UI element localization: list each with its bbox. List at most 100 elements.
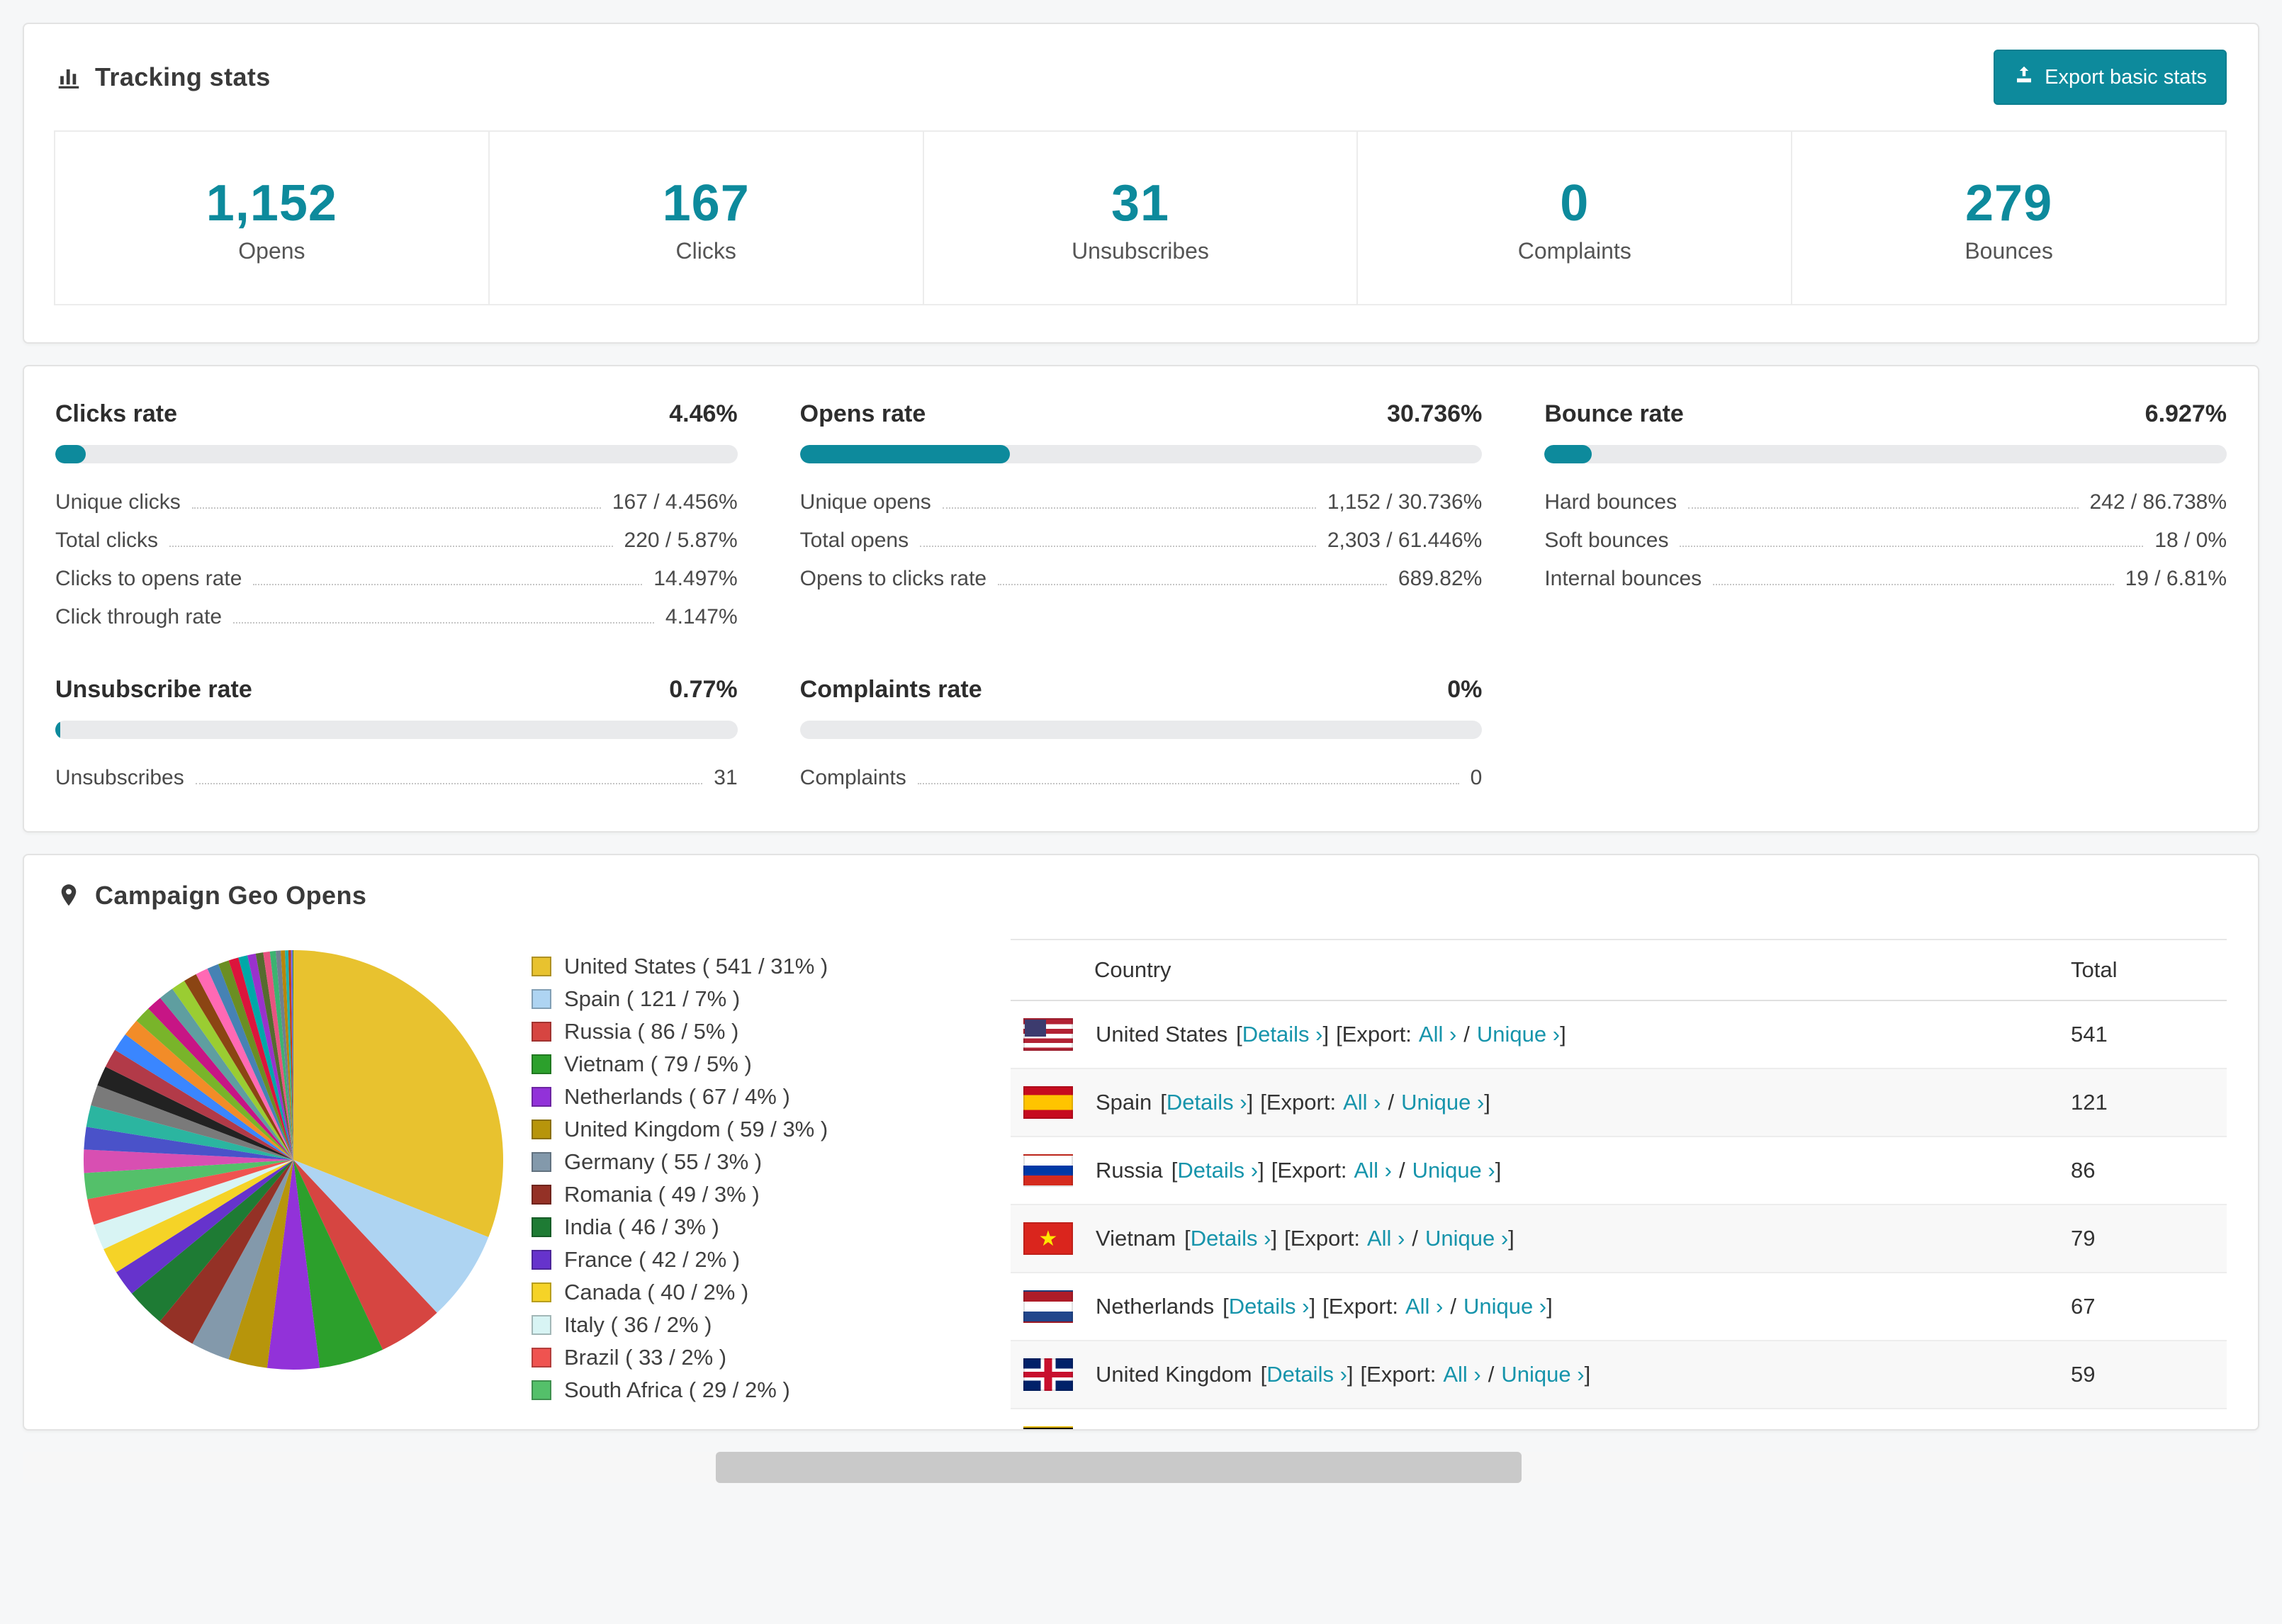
rates-card: Clicks rate 4.46% Unique clicks 167 / 4.4… — [23, 365, 2259, 833]
rate-value: 6.927% — [2145, 400, 2227, 427]
rate-value: 0.77% — [669, 676, 738, 703]
export-unique-link[interactable]: Unique › — [1477, 1022, 1560, 1047]
metric-label: Unsubscribes — [55, 766, 184, 789]
export-unique-link[interactable]: Unique › — [1401, 1090, 1484, 1115]
details-link[interactable]: Details › — [1266, 1362, 1347, 1387]
metric-row: Internal bounces 19 / 6.81% — [1544, 557, 2227, 595]
details-link[interactable]: Details › — [1242, 1022, 1323, 1047]
export-all-link[interactable]: All › — [1367, 1226, 1405, 1251]
export-label: [Export: — [1322, 1294, 1398, 1319]
export-all-link[interactable]: All › — [1354, 1158, 1392, 1183]
rate-value: 0% — [1447, 676, 1483, 703]
rate-title: Unsubscribe rate — [55, 676, 252, 703]
country-name: United Kingdom — [1096, 1362, 1252, 1387]
metric-value: 242 / 86.738% — [2089, 490, 2227, 514]
legend-swatch — [532, 957, 551, 976]
geo-table: Country Total United States [Details ›] [E… — [1011, 939, 2227, 1429]
pie-chart-svg — [83, 949, 504, 1370]
dotted-leader — [253, 584, 643, 585]
total-value: 121 — [2071, 1090, 2108, 1115]
export-unique-link[interactable]: Unique › — [1463, 1294, 1546, 1319]
legend-label: Vietnam ( 79 / 5% ) — [564, 1051, 752, 1076]
total-value: 67 — [2071, 1294, 2096, 1319]
export-label: [Export: — [1336, 1022, 1412, 1047]
metric-value: 689.82% — [1398, 567, 1483, 590]
country-flag-icon — [1023, 1018, 1073, 1051]
legend-label: Italy ( 36 / 2% ) — [564, 1312, 712, 1337]
page: Tracking stats Export basic stats 1,152 … — [0, 0, 2282, 1506]
rate-title: Clicks rate — [55, 400, 177, 427]
metric-row: Hard bounces 242 / 86.738% — [1544, 480, 2227, 519]
dotted-leader — [169, 546, 613, 547]
legend-swatch — [532, 1120, 551, 1139]
bracket: ] — [1347, 1362, 1354, 1387]
country-flag-icon — [1023, 1358, 1073, 1391]
map-pin-icon — [55, 882, 82, 909]
legend-swatch — [532, 1315, 551, 1335]
details-link[interactable]: Details › — [1177, 1158, 1258, 1183]
metric-label: Hard bounces — [1544, 490, 1677, 514]
metric-row: Unsubscribes 31 — [55, 756, 738, 794]
metric-value: 4.147% — [665, 605, 738, 628]
page-title: Tracking stats — [95, 62, 271, 91]
stat-label: Bounces — [1965, 238, 2053, 264]
legend-swatch — [532, 1054, 551, 1074]
metric-value: 220 / 5.87% — [624, 529, 738, 552]
country-flag-icon — [1023, 1154, 1073, 1187]
legend-label: South Africa ( 29 / 2% ) — [564, 1377, 790, 1402]
metric-value: 1,152 / 30.736% — [1327, 490, 1483, 514]
export-unique-link[interactable]: Unique › — [1501, 1362, 1584, 1387]
legend-item: France ( 42 / 2% ) — [532, 1244, 1011, 1276]
metric-value: 19 / 6.81% — [2125, 567, 2227, 590]
pie-legend: United States ( 541 / 31% ) Spain ( 121 … — [532, 939, 1011, 1429]
dotted-leader — [1688, 507, 2079, 509]
country-flag-icon — [1023, 1222, 1073, 1255]
slash-separator: / — [1398, 1158, 1405, 1183]
details-link[interactable]: Details › — [1167, 1090, 1247, 1115]
export-all-link[interactable]: All › — [1443, 1362, 1480, 1387]
export-all-link[interactable]: All › — [1343, 1090, 1381, 1115]
export-unique-link[interactable]: Unique › — [1425, 1226, 1508, 1251]
metric-row: Click through rate 4.147% — [55, 595, 738, 633]
slash-separator: / — [1488, 1362, 1495, 1387]
metric-row: Soft bounces 18 / 0% — [1544, 519, 2227, 557]
export-label: [Export: — [1284, 1226, 1360, 1251]
legend-swatch — [532, 1348, 551, 1368]
export-all-link[interactable]: All › — [1405, 1294, 1443, 1319]
bar-chart-icon — [55, 64, 82, 91]
details-link[interactable]: Details › — [1229, 1294, 1310, 1319]
legend-item: Netherlands ( 67 / 4% ) — [532, 1081, 1011, 1113]
geo-title: Campaign Geo Opens — [95, 881, 367, 910]
rate-panel-clicks: Clicks rate 4.46% Unique clicks 167 / 4.4… — [55, 400, 738, 633]
details-link[interactable]: Details › — [1191, 1226, 1271, 1251]
legend-label: United States ( 541 / 31% ) — [564, 954, 828, 979]
bracket: ] — [1584, 1362, 1591, 1387]
metric-label: Soft bounces — [1544, 529, 1669, 552]
legend-swatch — [532, 1152, 551, 1172]
country-flag-icon — [1023, 1290, 1073, 1323]
export-all-link[interactable]: All › — [1419, 1022, 1456, 1047]
dotted-leader — [195, 783, 703, 784]
legend-item: Romania ( 49 / 3% ) — [532, 1178, 1011, 1211]
legend-item: Canada ( 40 / 2% ) — [532, 1276, 1011, 1309]
horizontal-scrollbar — [23, 1452, 2259, 1483]
scrollbar-thumb[interactable] — [716, 1452, 1522, 1483]
rate-title: Opens rate — [799, 400, 926, 427]
metric-row: Opens to clicks rate 689.82% — [800, 557, 1483, 595]
export-basic-stats-button[interactable]: Export basic stats — [1994, 50, 2227, 105]
table-row: United States [Details ›] [Export: All › / Un… — [1011, 1001, 2227, 1069]
export-icon — [2013, 64, 2035, 91]
table-row: Germany[Details ›][Export:All ›/Unique ›… — [1011, 1409, 2227, 1429]
legend-label: Germany ( 55 / 3% ) — [564, 1149, 763, 1174]
rate-panel-opens: Opens rate 30.736% Unique opens 1,152 / 3… — [799, 400, 1483, 633]
bracket: ] — [1484, 1090, 1490, 1115]
metric-label: Opens to clicks rate — [799, 567, 987, 590]
export-unique-link[interactable]: Unique › — [1412, 1158, 1495, 1183]
stat-box: 279 Bounces — [1791, 130, 2227, 305]
bracket: [ — [1160, 1090, 1167, 1115]
dotted-leader — [917, 783, 1459, 784]
stats-row: 1,152 Opens 167 Clicks 31 Unsubscribes 0… — [24, 125, 2258, 342]
metric-value: 167 / 4.456% — [612, 490, 738, 514]
stat-label: Opens — [238, 238, 305, 264]
stat-label: Complaints — [1517, 238, 1631, 264]
